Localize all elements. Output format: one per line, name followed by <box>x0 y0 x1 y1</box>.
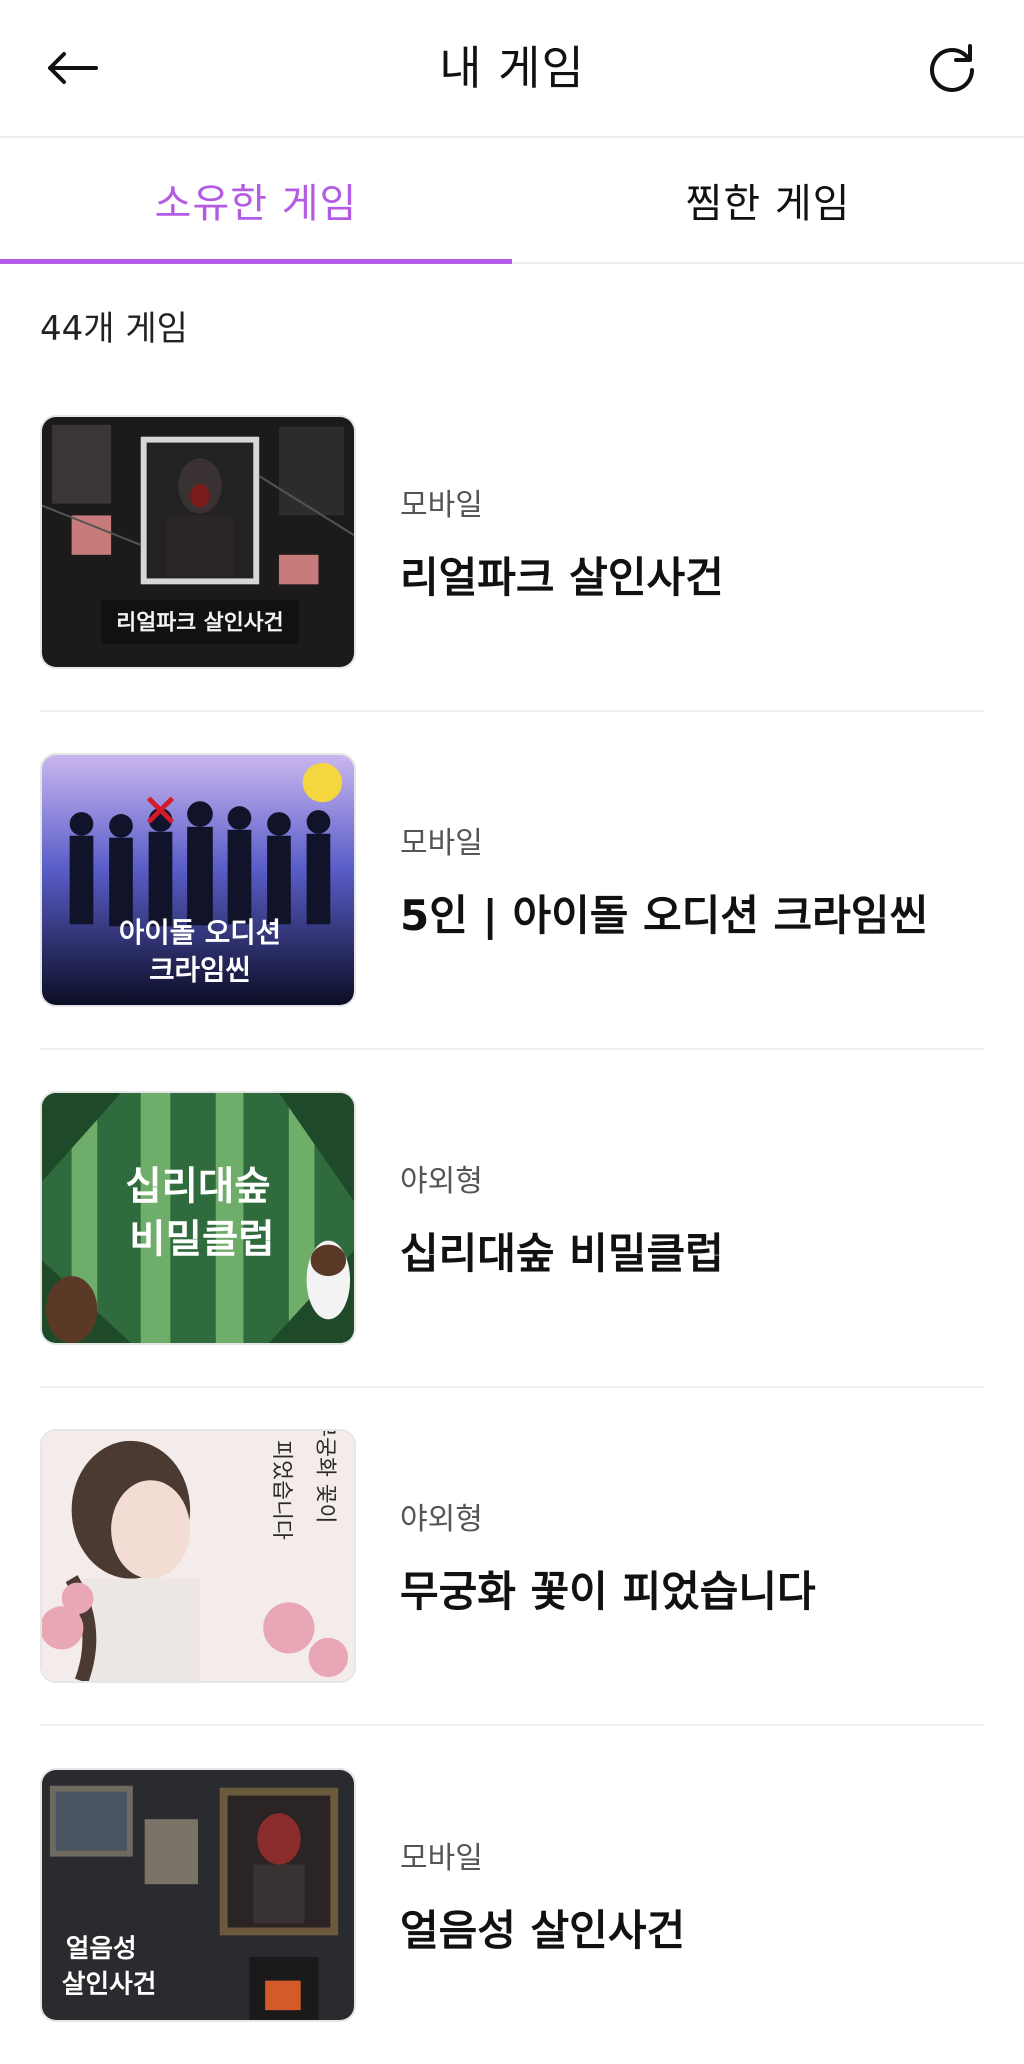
game-name: 무궁화 꽃이 피었습니다 <box>400 1566 816 1616</box>
thumbnail-title-line2: 비밀클럽 <box>129 1217 274 1263</box>
game-info: 모바일 얼음성 살인사건 <box>400 1833 685 1958</box>
game-thumbnail: 십리대숲 비밀클럽 <box>40 1091 356 1345</box>
game-category: 모바일 <box>400 487 483 523</box>
game-info: 모바일 5인 | 아이돌 오디션 크라임씬 <box>400 818 928 943</box>
game-info: 야외형 십리대숲 비밀클럽 <box>400 1156 724 1281</box>
game-category: 야외형 <box>400 1501 483 1537</box>
game-name: 5인 | 아이돌 오디션 크라임씬 <box>400 890 929 940</box>
back-button[interactable] <box>40 36 104 100</box>
thumbnail-title-line2: 크라임씬 <box>149 953 251 986</box>
game-thumbnail: 리얼파크 살인사건 <box>40 415 356 669</box>
game-list-item[interactable]: 리얼파크 살인사건 모바일 리얼파크 살인사건 <box>40 374 984 712</box>
game-list-item[interactable]: 십리대숲 비밀클럽 야외형 십리대숲 비밀클럽 <box>40 1050 984 1388</box>
game-category: 모바일 <box>400 1840 483 1876</box>
tab-owned-games[interactable]: 소유한 게임 <box>0 138 512 264</box>
game-thumbnail: 얼음성 살인사건 <box>40 1768 356 2022</box>
game-name: 리얼파크 살인사건 <box>400 552 724 602</box>
game-name: 얼음성 살인사건 <box>400 1905 686 1955</box>
thumbnail-title-line1: 아이돌 오디션 <box>119 916 281 949</box>
arrow-left-icon <box>48 52 98 84</box>
game-list-item[interactable]: 무궁화 꽃이 피었습니다 야외형 무궁화 꽃이 피었습니다 <box>40 1388 984 1726</box>
tab-wishlist-games[interactable]: 찜한 게임 <box>512 138 1024 262</box>
game-info: 모바일 리얼파크 살인사건 <box>400 480 724 605</box>
refresh-button[interactable] <box>920 36 984 100</box>
game-category: 야외형 <box>400 1163 483 1199</box>
game-category: 모바일 <box>400 825 483 861</box>
thumbnail-title-line1: 십리대숲 <box>125 1163 270 1209</box>
game-thumbnail: 무궁화 꽃이 피었습니다 <box>40 1429 356 1683</box>
thumbnail-title: 리얼파크 살인사건 <box>116 611 283 636</box>
game-list: 리얼파크 살인사건 모바일 리얼파크 살인사건 아이돌 오디션 크라임씬 모바일… <box>0 374 1024 2064</box>
game-list-item[interactable]: 얼음성 살인사건 모바일 얼음성 살인사건 <box>40 1726 984 2064</box>
thumbnail-title-line2: 피었습니다 <box>269 1440 294 1540</box>
thumbnail-title-line2: 살인사건 <box>62 1969 156 1999</box>
game-count: 44개 게임 <box>40 309 188 349</box>
refresh-icon <box>930 44 974 92</box>
game-name: 십리대숲 비밀클럽 <box>400 1228 724 1278</box>
game-info: 야외형 무궁화 꽃이 피었습니다 <box>400 1494 816 1619</box>
top-bar: 내 게임 <box>0 0 1024 138</box>
thumbnail-title-line1: 얼음성 <box>66 1934 137 1964</box>
game-list-item[interactable]: 아이돌 오디션 크라임씬 모바일 5인 | 아이돌 오디션 크라임씬 <box>40 712 984 1050</box>
tab-bar: 소유한 게임 찜한 게임 <box>0 138 1024 264</box>
game-thumbnail: 아이돌 오디션 크라임씬 <box>40 753 356 1007</box>
page-title: 내 게임 <box>439 41 585 95</box>
thumbnail-title-line1: 무궁화 꽃이 <box>312 1431 337 1524</box>
